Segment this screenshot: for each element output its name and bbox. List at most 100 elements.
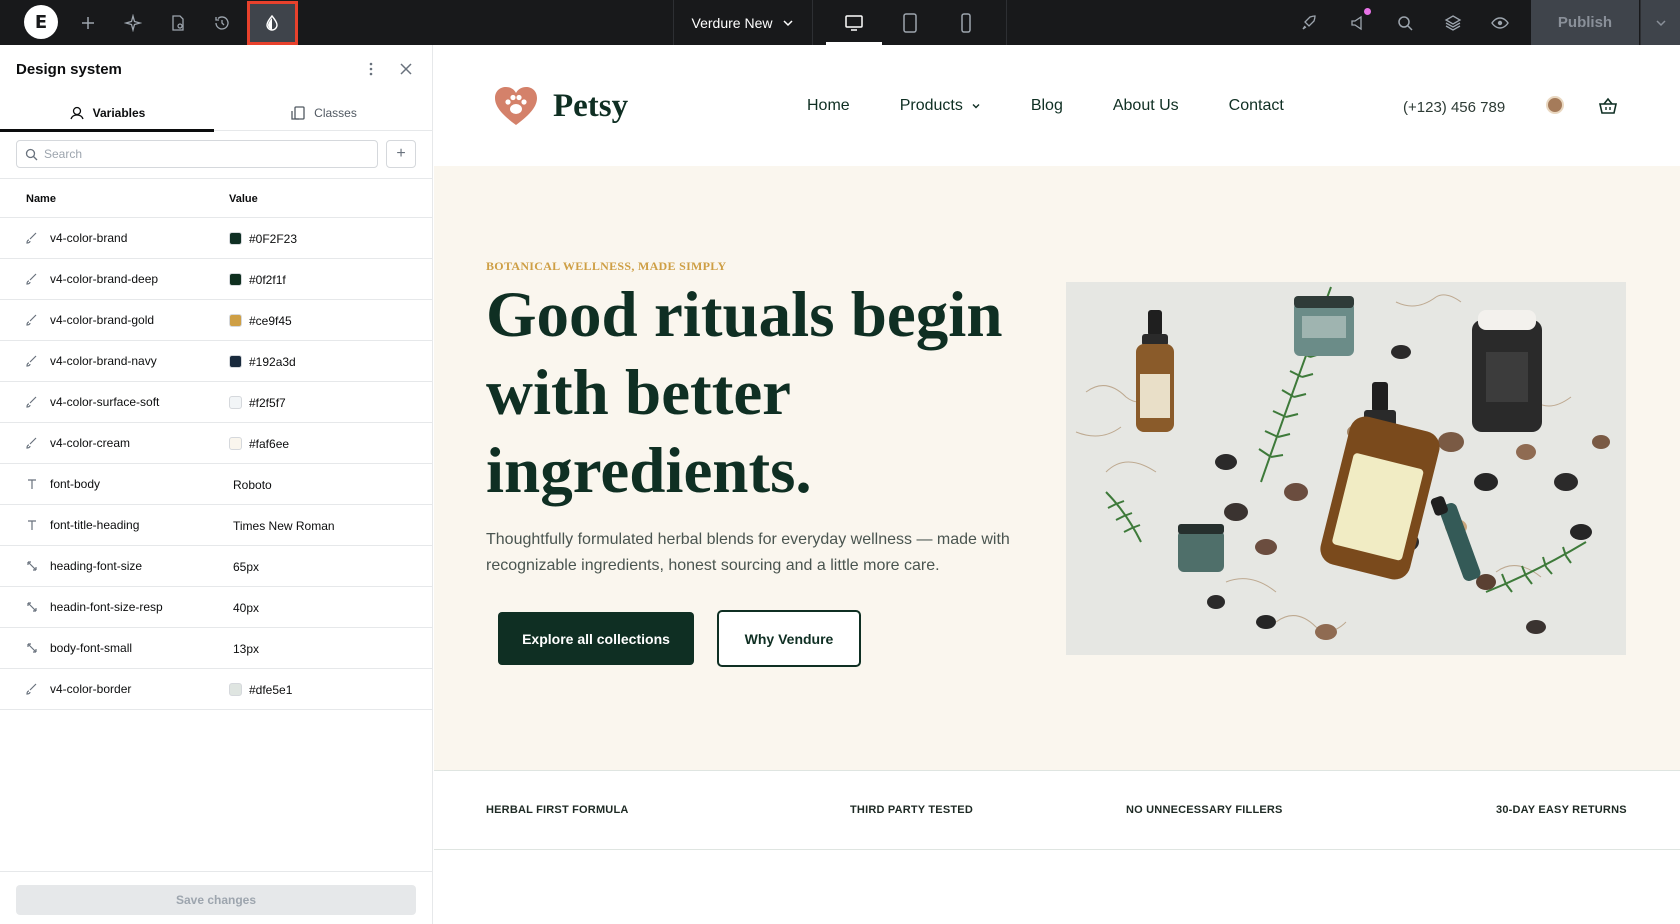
brush-icon <box>25 436 39 450</box>
editor-topbar: E Verdure New Publish <box>0 0 1680 45</box>
variable-value[interactable]: 40px <box>233 601 259 615</box>
save-changes-button[interactable]: Save changes <box>16 885 416 915</box>
variable-row[interactable]: v4-color-brand-gold #ce9f45 <box>0 300 433 341</box>
panel-menu-button[interactable] <box>361 59 381 79</box>
variable-value[interactable]: Roboto <box>233 478 272 492</box>
megaphone-icon <box>1351 15 1362 30</box>
divider <box>1006 0 1007 45</box>
color-swatch[interactable] <box>229 437 242 450</box>
column-value: Value <box>229 193 258 205</box>
variable-row[interactable]: v4-color-cream #faf6ee <box>0 423 433 464</box>
hero-product-image <box>1066 282 1626 655</box>
feature-item: 30-DAY EASY RETURNS <box>1496 804 1627 816</box>
variable-value[interactable]: #ce9f45 <box>249 314 292 328</box>
add-variable-button[interactable]: + <box>386 140 416 168</box>
add-element-button[interactable] <box>68 0 108 45</box>
search-input[interactable] <box>44 147 364 161</box>
preview-button[interactable] <box>1480 0 1520 45</box>
history-icon <box>215 15 229 30</box>
close-icon <box>400 63 412 75</box>
variable-row[interactable]: v4-color-surface-soft #f2f5f7 <box>0 382 433 423</box>
variable-value[interactable]: #192a3d <box>249 355 296 369</box>
resize-icon <box>25 559 39 573</box>
tab-classes[interactable]: Classes <box>214 95 433 131</box>
search-button[interactable] <box>1385 0 1425 45</box>
variable-row[interactable]: v4-color-brand-deep #0f2f1f <box>0 259 433 300</box>
phone-number[interactable]: (+123) 456 789 <box>1403 99 1505 116</box>
variable-value[interactable]: 65px <box>233 560 259 574</box>
desktop-view-button[interactable] <box>826 0 882 45</box>
variable-value[interactable]: #dfe5e1 <box>249 683 292 697</box>
basket-icon[interactable] <box>1598 96 1618 116</box>
variable-row[interactable]: v4-color-brand #0F2F23 <box>0 218 433 259</box>
more-vertical-icon <box>369 62 373 76</box>
site-logo[interactable]: Petsy <box>493 85 628 127</box>
color-swatch[interactable] <box>229 273 242 286</box>
brush-icon <box>25 395 39 409</box>
variable-value[interactable]: 13px <box>233 642 259 656</box>
search-icon <box>1398 15 1413 31</box>
color-swatch[interactable] <box>229 314 242 327</box>
variable-row[interactable]: heading-font-size 65px <box>0 546 433 587</box>
variable-row[interactable]: font-title-heading Times New Roman <box>0 505 433 546</box>
feature-item: HERBAL FIRST FORMULA <box>486 804 629 816</box>
variable-row[interactable]: v4-color-border #dfe5e1 <box>0 669 433 710</box>
brush-icon <box>25 682 39 696</box>
nav-home[interactable]: Home <box>807 97 850 115</box>
color-swatch[interactable] <box>229 355 242 368</box>
hero-headline: Good rituals begin with better ingredien… <box>486 279 1003 507</box>
publish-options-button[interactable] <box>1640 0 1680 45</box>
why-vendure-button[interactable]: Why Vendure <box>717 610 861 667</box>
panel-tabs: Variables Classes <box>0 95 433 132</box>
structure-button[interactable] <box>1433 0 1473 45</box>
tablet-view-button[interactable] <box>882 0 938 45</box>
tab-variables[interactable]: Variables <box>0 95 214 132</box>
panel-close-button[interactable] <box>396 59 416 79</box>
variable-row[interactable]: body-font-small 13px <box>0 628 433 669</box>
elementor-logo-icon: E <box>34 11 48 33</box>
color-swatch[interactable] <box>229 683 242 696</box>
variable-row[interactable]: font-body Roboto <box>0 464 433 505</box>
history-button[interactable] <box>202 0 242 45</box>
variable-value[interactable]: #f2f5f7 <box>249 396 286 410</box>
classes-icon <box>291 106 305 120</box>
elementor-logo-button[interactable]: E <box>24 5 58 39</box>
column-name: Name <box>26 193 56 205</box>
explore-collections-button[interactable]: Explore all collections <box>498 612 694 665</box>
nav-about-us[interactable]: About Us <box>1113 97 1179 115</box>
nav-blog[interactable]: Blog <box>1031 97 1063 115</box>
text-icon <box>25 518 39 532</box>
variable-value[interactable]: #faf6ee <box>249 437 289 451</box>
variable-value[interactable]: #0f2f1f <box>249 273 286 287</box>
variable-value[interactable]: #0F2F23 <box>249 232 297 246</box>
site-switcher[interactable]: Verdure New <box>673 0 813 45</box>
color-swatch[interactable] <box>229 396 242 409</box>
rocket-icon <box>1302 14 1316 30</box>
account-avatar-icon[interactable] <box>1546 96 1564 114</box>
resize-icon <box>25 600 39 614</box>
page-settings-button[interactable] <box>158 0 198 45</box>
variable-value[interactable]: Times New Roman <box>233 519 335 533</box>
resize-icon <box>25 641 39 655</box>
whats-new-button[interactable] <box>1338 0 1378 45</box>
desktop-icon <box>845 14 863 31</box>
brush-icon <box>25 354 39 368</box>
launch-button[interactable] <box>1289 0 1329 45</box>
publish-button[interactable]: Publish <box>1531 0 1639 45</box>
variable-name: body-font-small <box>50 641 133 655</box>
layers-icon <box>1444 14 1462 31</box>
site-header: Petsy Home Products Blog About Us Contac… <box>434 45 1680 166</box>
publish-label: Publish <box>1557 14 1613 31</box>
mobile-view-button[interactable] <box>938 0 994 45</box>
variable-row[interactable]: headin-font-size-resp 40px <box>0 587 433 628</box>
ai-button[interactable] <box>113 0 153 45</box>
editor-canvas[interactable]: Petsy Home Products Blog About Us Contac… <box>434 45 1680 924</box>
variable-name: v4-color-cream <box>50 436 131 450</box>
tablet-icon <box>903 12 917 33</box>
nav-contact[interactable]: Contact <box>1229 97 1284 115</box>
nav-products[interactable]: Products <box>900 97 981 115</box>
chevron-down-icon <box>1655 19 1666 26</box>
color-swatch[interactable] <box>229 232 242 245</box>
variable-row[interactable]: v4-color-brand-navy #192a3d <box>0 341 433 382</box>
search-icon <box>25 148 38 160</box>
